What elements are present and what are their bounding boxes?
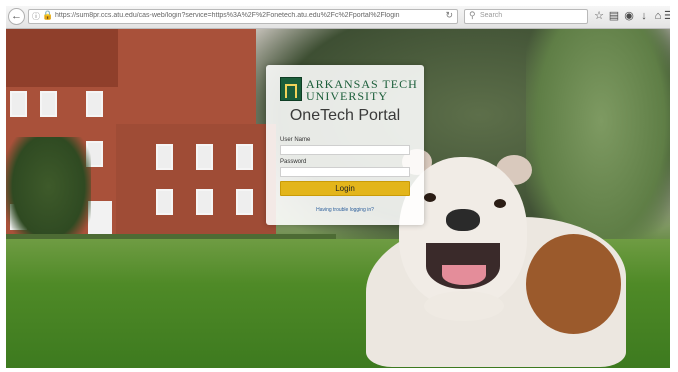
building-window: [156, 144, 173, 170]
url-text[interactable]: https://sum8pr.ccs.atu.edu/cas-web/login…: [55, 12, 435, 19]
background-photo: ARKANSAS TECH UNIVERSITY OneTech Portal …: [6, 29, 670, 368]
building-window: [156, 189, 173, 215]
pocket-icon[interactable]: ◉: [622, 9, 636, 24]
username-field[interactable]: [280, 145, 410, 155]
building-window: [236, 144, 253, 170]
bulldog-nose: [446, 209, 480, 231]
logo-text-line2: UNIVERSITY: [306, 89, 388, 103]
star-icon[interactable]: ☆: [592, 9, 606, 24]
password-label: Password: [280, 159, 307, 165]
building-window: [86, 91, 103, 117]
tree-left: [6, 137, 91, 247]
browser-window: ← ⓘ 🔒 https://sum8pr.ccs.atu.edu/cas-web…: [6, 6, 670, 368]
login-help-link[interactable]: Having trouble logging in?: [266, 207, 424, 213]
password-field[interactable]: [280, 167, 410, 177]
login-card: ARKANSAS TECH UNIVERSITY OneTech Portal …: [266, 65, 424, 225]
bulldog-eye: [424, 193, 436, 202]
building-window: [196, 189, 213, 215]
menu-icon[interactable]: ☰: [664, 9, 670, 24]
building-roof: [6, 29, 118, 87]
info-icon[interactable]: ⓘ: [32, 11, 40, 22]
building-window: [40, 91, 57, 117]
bulldog-tongue: [442, 265, 486, 285]
portal-title: OneTech Portal: [289, 107, 401, 124]
username-label: User Name: [280, 137, 311, 143]
home-icon[interactable]: ⌂: [651, 9, 665, 24]
search-placeholder: Search: [480, 12, 503, 19]
bulldog-brindle-patch: [526, 234, 621, 334]
building-window: [196, 144, 213, 170]
bulldog-eye: [494, 199, 506, 208]
lock-icon: 🔒: [42, 10, 54, 20]
download-icon[interactable]: ↓: [637, 9, 651, 24]
search-bar[interactable]: ⚲ Search: [464, 9, 588, 24]
reload-icon[interactable]: ↻: [445, 10, 453, 21]
back-icon[interactable]: ←: [8, 8, 25, 25]
brick-building-wing: [116, 124, 276, 244]
search-icon: ⚲: [469, 10, 476, 20]
address-bar[interactable]: ⓘ 🔒 https://sum8pr.ccs.atu.edu/cas-web/l…: [28, 9, 458, 24]
login-button[interactable]: Login: [280, 181, 410, 196]
university-logo-icon: [280, 77, 302, 101]
browser-toolbar: ← ⓘ 🔒 https://sum8pr.ccs.atu.edu/cas-web…: [6, 6, 670, 29]
bookmarks-icon[interactable]: ▤: [607, 9, 621, 24]
building-window: [10, 91, 27, 117]
bulldog-chin: [424, 291, 504, 321]
building-window: [236, 189, 253, 215]
